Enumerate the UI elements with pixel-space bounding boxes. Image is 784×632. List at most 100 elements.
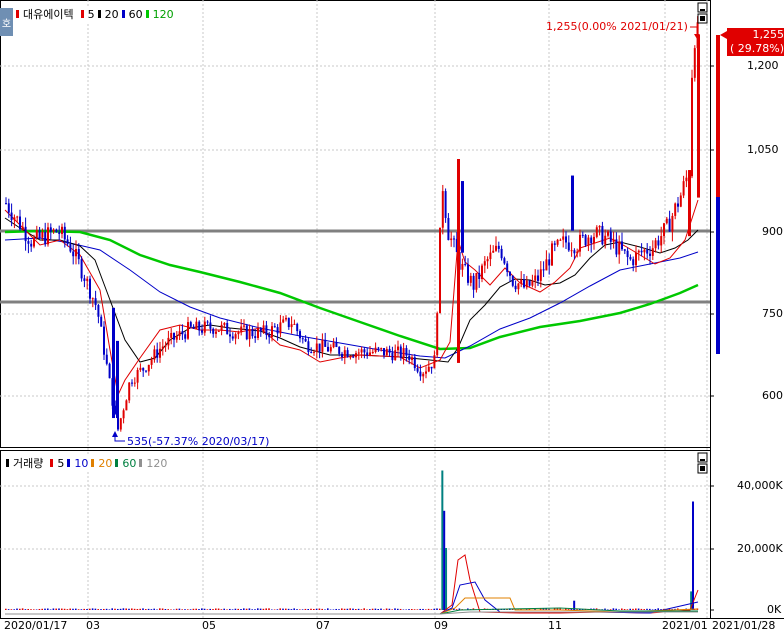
volume-bar (58, 608, 60, 610)
volume-bar (94, 608, 97, 610)
volume-bar (125, 608, 127, 610)
volume-bar (397, 608, 399, 610)
volume-bar (240, 609, 242, 610)
candle-body (383, 348, 385, 356)
candle-body (553, 243, 556, 245)
candle-body (413, 357, 416, 369)
candle-body (147, 364, 150, 372)
candle-body (243, 325, 245, 327)
candle-body (374, 347, 377, 352)
candle-body (173, 332, 175, 340)
candle-body (276, 327, 279, 334)
volume-bar (231, 609, 234, 610)
volume-bar (301, 609, 304, 610)
candle-body (203, 321, 206, 333)
candle-body (271, 326, 273, 338)
volume-bar (445, 548, 448, 610)
candle-body (609, 231, 612, 242)
volume-bar (178, 608, 181, 610)
volume-bar (248, 608, 251, 610)
candle-body (629, 257, 632, 260)
x-axis-label: 03 (86, 619, 100, 632)
volume-bar (307, 608, 309, 610)
volume-bar (355, 609, 357, 610)
candle-body (481, 265, 483, 280)
candle-body (175, 336, 178, 340)
ma5-swatch (80, 10, 84, 18)
candle-body (226, 322, 229, 335)
candle-body (61, 226, 63, 234)
candle-body (313, 351, 315, 353)
candle-body (453, 238, 455, 240)
volume-bar (75, 608, 77, 610)
x-axis-label: 05 (202, 619, 216, 632)
candle-body (523, 279, 525, 288)
candle-body (125, 400, 128, 411)
volume-bar (105, 608, 108, 610)
price-panel[interactable] (0, 0, 711, 448)
candle-body (310, 352, 313, 354)
candle-body (688, 170, 691, 237)
volume-y-tick: 20,000K (737, 542, 783, 555)
volume-bar (251, 609, 253, 610)
candle-body (520, 279, 523, 284)
volume-bar (80, 609, 83, 610)
candle-body (156, 349, 159, 358)
volume-bar (198, 609, 200, 610)
candle-body (259, 328, 262, 332)
candle-body (545, 259, 548, 271)
candle-body (469, 275, 472, 283)
candle-body (369, 352, 371, 356)
candle-body (170, 332, 173, 338)
candle-body (615, 239, 618, 255)
candle-body (581, 234, 584, 236)
vol-ma5-label: 5 (57, 456, 65, 470)
volume-bar (615, 608, 617, 610)
volume-bar (385, 608, 388, 610)
candle-body (679, 195, 682, 207)
current-price-tag: 1,255 ( 29.78%) (727, 28, 784, 56)
volume-bar (147, 608, 150, 610)
candle-body (595, 227, 598, 237)
vol-ma10-label: 10 (74, 456, 89, 470)
volume-bar (220, 609, 223, 610)
candle-body (411, 357, 413, 360)
volume-bar (369, 609, 371, 610)
volume-bar (425, 609, 427, 610)
volume-bar (349, 608, 351, 610)
stock-chart-frame (0, 0, 784, 619)
volume-bar (41, 608, 43, 610)
candle-body (178, 331, 181, 337)
candle-body (534, 275, 537, 281)
volume-bar (189, 609, 192, 610)
candle-body (41, 231, 44, 238)
volume-bar (66, 609, 69, 610)
candle-body (332, 342, 335, 348)
candle-body (72, 251, 75, 257)
volume-bar (133, 608, 136, 610)
candle-body (671, 215, 674, 232)
candle-body (425, 371, 427, 374)
candle-body (607, 231, 609, 236)
candle-body (47, 227, 49, 245)
volume-bar (259, 608, 262, 610)
candle-body (44, 231, 47, 245)
volume-bar (430, 609, 433, 610)
volume-bar (441, 470, 444, 610)
volume-bar (192, 608, 195, 610)
candle-body (439, 227, 441, 314)
candle-body (570, 250, 573, 252)
side-tab[interactable]: 호 (0, 8, 13, 36)
volume-bar (161, 608, 164, 610)
candle-body (262, 325, 265, 332)
volume-bar (83, 608, 85, 610)
x-axis-label: 2021/01 (662, 619, 708, 632)
volume-bar (86, 609, 88, 610)
volume-bar (692, 501, 695, 610)
volume-bar (108, 609, 111, 610)
candle-body (167, 337, 170, 346)
volume-bar (89, 608, 91, 610)
volume-panel[interactable] (0, 450, 711, 619)
volume-bar (455, 609, 458, 610)
volume-bar (313, 608, 315, 610)
